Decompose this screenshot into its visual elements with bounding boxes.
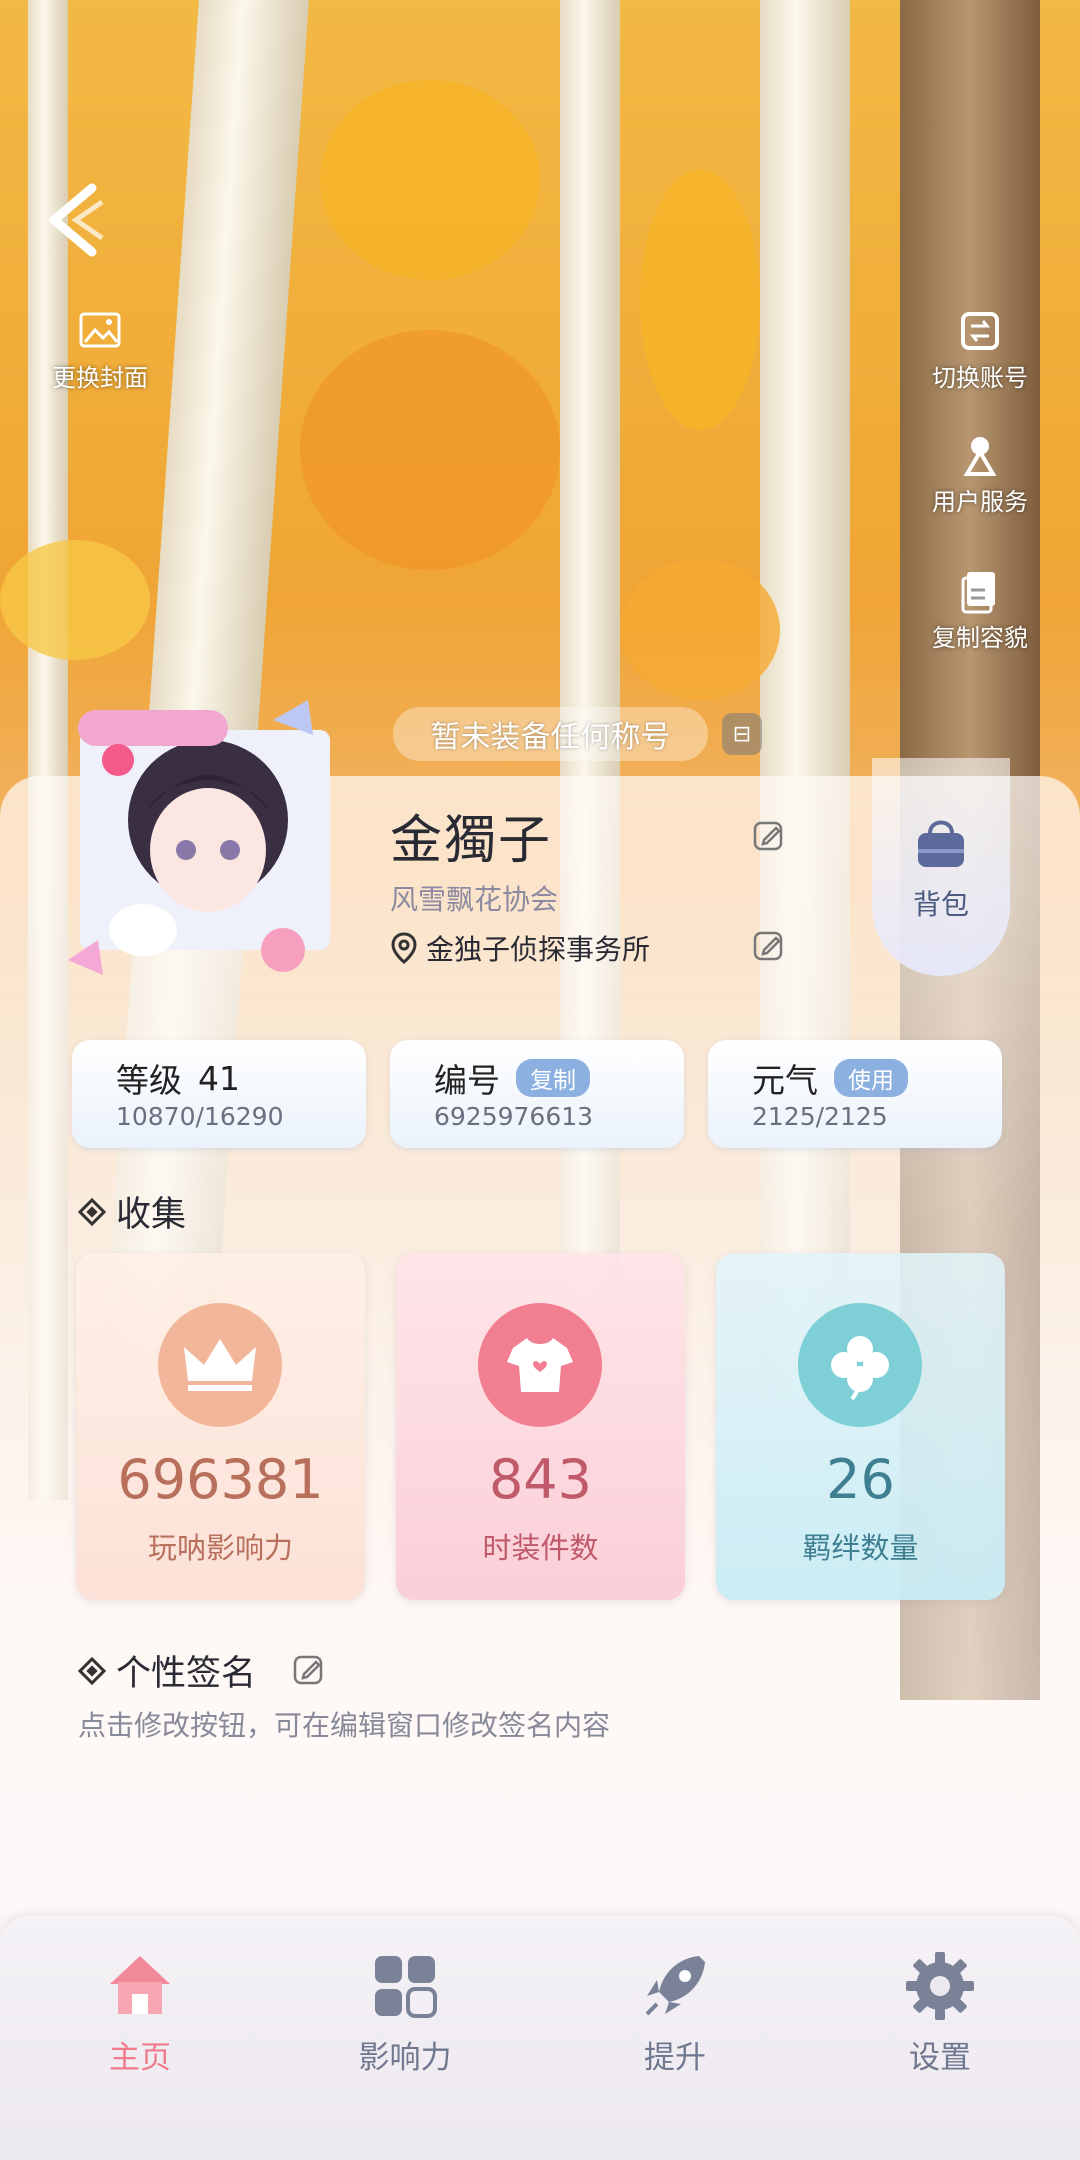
switch-account-button[interactable]: 切换账号	[920, 308, 1040, 393]
rocket-icon	[645, 1956, 705, 2016]
diamond-icon	[77, 1656, 107, 1685]
location-pin-icon	[391, 932, 417, 964]
influence-value: 696381	[117, 1448, 324, 1511]
nav-home-label: 主页	[109, 2040, 171, 2076]
copy-appearance-button[interactable]: 复制容貌	[920, 568, 1040, 653]
level-value: 41	[198, 1058, 240, 1098]
id-card: 编号 复制 6925976613	[390, 1040, 684, 1148]
guild-name: 风雪飘花协会	[390, 883, 559, 916]
collection-heading: 收集	[77, 1186, 187, 1237]
influence-card[interactable]: 696381 玩呐影响力	[76, 1253, 365, 1600]
nav-settings[interactable]: 设置	[855, 1950, 1025, 2077]
nav-upgrade[interactable]: 提升	[590, 1950, 760, 2077]
change-cover-label: 更换封面	[52, 364, 148, 392]
signature-hint: 点击修改按钮，可在编辑窗口修改签名内容	[78, 1709, 611, 1742]
profile-name: 金獨子	[390, 811, 553, 871]
level-card: 等级 41 10870/16290	[72, 1040, 366, 1148]
level-progress: 10870/16290	[116, 1102, 284, 1131]
user-service-button[interactable]: 用户服务	[920, 432, 1040, 517]
bag-label: 背包	[912, 888, 969, 921]
edit-signature-icon[interactable]	[292, 1652, 326, 1686]
nav-influence-label: 影响力	[358, 2040, 452, 2076]
signature-title: 个性签名	[116, 1654, 257, 1694]
nav-upgrade-label: 提升	[644, 2040, 706, 2076]
back-button[interactable]	[40, 180, 110, 260]
switch-account-label: 切换账号	[932, 364, 1028, 392]
office-location: 金独子侦探事务所	[390, 928, 650, 968]
fashion-card[interactable]: 843 时装件数	[396, 1253, 685, 1600]
energy-label: 元气	[752, 1061, 818, 1100]
collection-title: 收集	[116, 1195, 187, 1235]
grid-icon	[375, 1956, 437, 2018]
energy-value: 2125/2125	[752, 1102, 888, 1131]
nav-settings-label: 设置	[909, 2040, 971, 2076]
nav-home[interactable]: 主页	[55, 1950, 225, 2077]
title-pill[interactable]: 暂未装备任何称号	[393, 707, 708, 761]
use-energy-button[interactable]: 使用	[834, 1059, 908, 1097]
change-cover-button[interactable]: 更换封面	[40, 308, 160, 393]
switch-icon	[961, 312, 999, 350]
user-service-icon	[963, 437, 997, 476]
diamond-icon	[77, 1197, 107, 1226]
title-tag-icon[interactable]: ⊟	[722, 713, 762, 755]
id-label: 编号	[434, 1061, 500, 1100]
bond-label: 羁绊数量	[802, 1531, 919, 1565]
bond-card[interactable]: 26 羁绊数量	[716, 1253, 1005, 1600]
bag-icon	[918, 820, 964, 867]
fashion-label: 时装件数	[482, 1531, 599, 1565]
copy-id-button[interactable]: 复制	[516, 1059, 590, 1097]
signature-heading: 个性签名	[77, 1645, 257, 1696]
avatar[interactable]	[58, 690, 358, 980]
office-label: 金独子侦探事务所	[426, 933, 651, 966]
clover-icon	[798, 1303, 922, 1427]
nav-influence[interactable]: 影响力	[320, 1950, 490, 2077]
edit-office-icon[interactable]	[752, 928, 786, 962]
user-service-label: 用户服务	[932, 488, 1028, 516]
home-icon	[110, 1956, 170, 2014]
title-text: 暂未装备任何称号	[430, 720, 671, 755]
bond-value: 26	[826, 1448, 895, 1511]
avatar-illustration	[68, 700, 330, 975]
copy-appearance-label: 复制容貌	[932, 624, 1028, 652]
id-value: 6925976613	[434, 1102, 594, 1131]
fashion-value: 843	[488, 1448, 593, 1511]
gear-icon	[906, 1952, 974, 2020]
image-icon	[79, 312, 121, 348]
chevron-left-icon	[49, 183, 104, 257]
crown-icon	[158, 1303, 282, 1427]
influence-label: 玩呐影响力	[147, 1531, 293, 1565]
shirt-icon	[478, 1303, 602, 1427]
copy-icon	[961, 572, 995, 614]
edit-name-icon[interactable]	[752, 818, 786, 852]
energy-card: 元气 使用 2125/2125	[708, 1040, 1002, 1148]
level-label: 等级	[116, 1061, 182, 1100]
bag-button[interactable]: 背包	[872, 758, 1010, 976]
